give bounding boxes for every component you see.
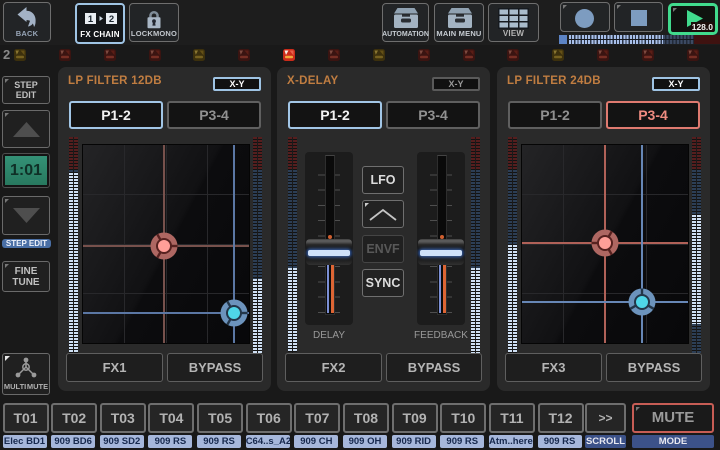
svg-text:2: 2 [109, 14, 114, 25]
svg-text:1: 1 [88, 14, 94, 25]
